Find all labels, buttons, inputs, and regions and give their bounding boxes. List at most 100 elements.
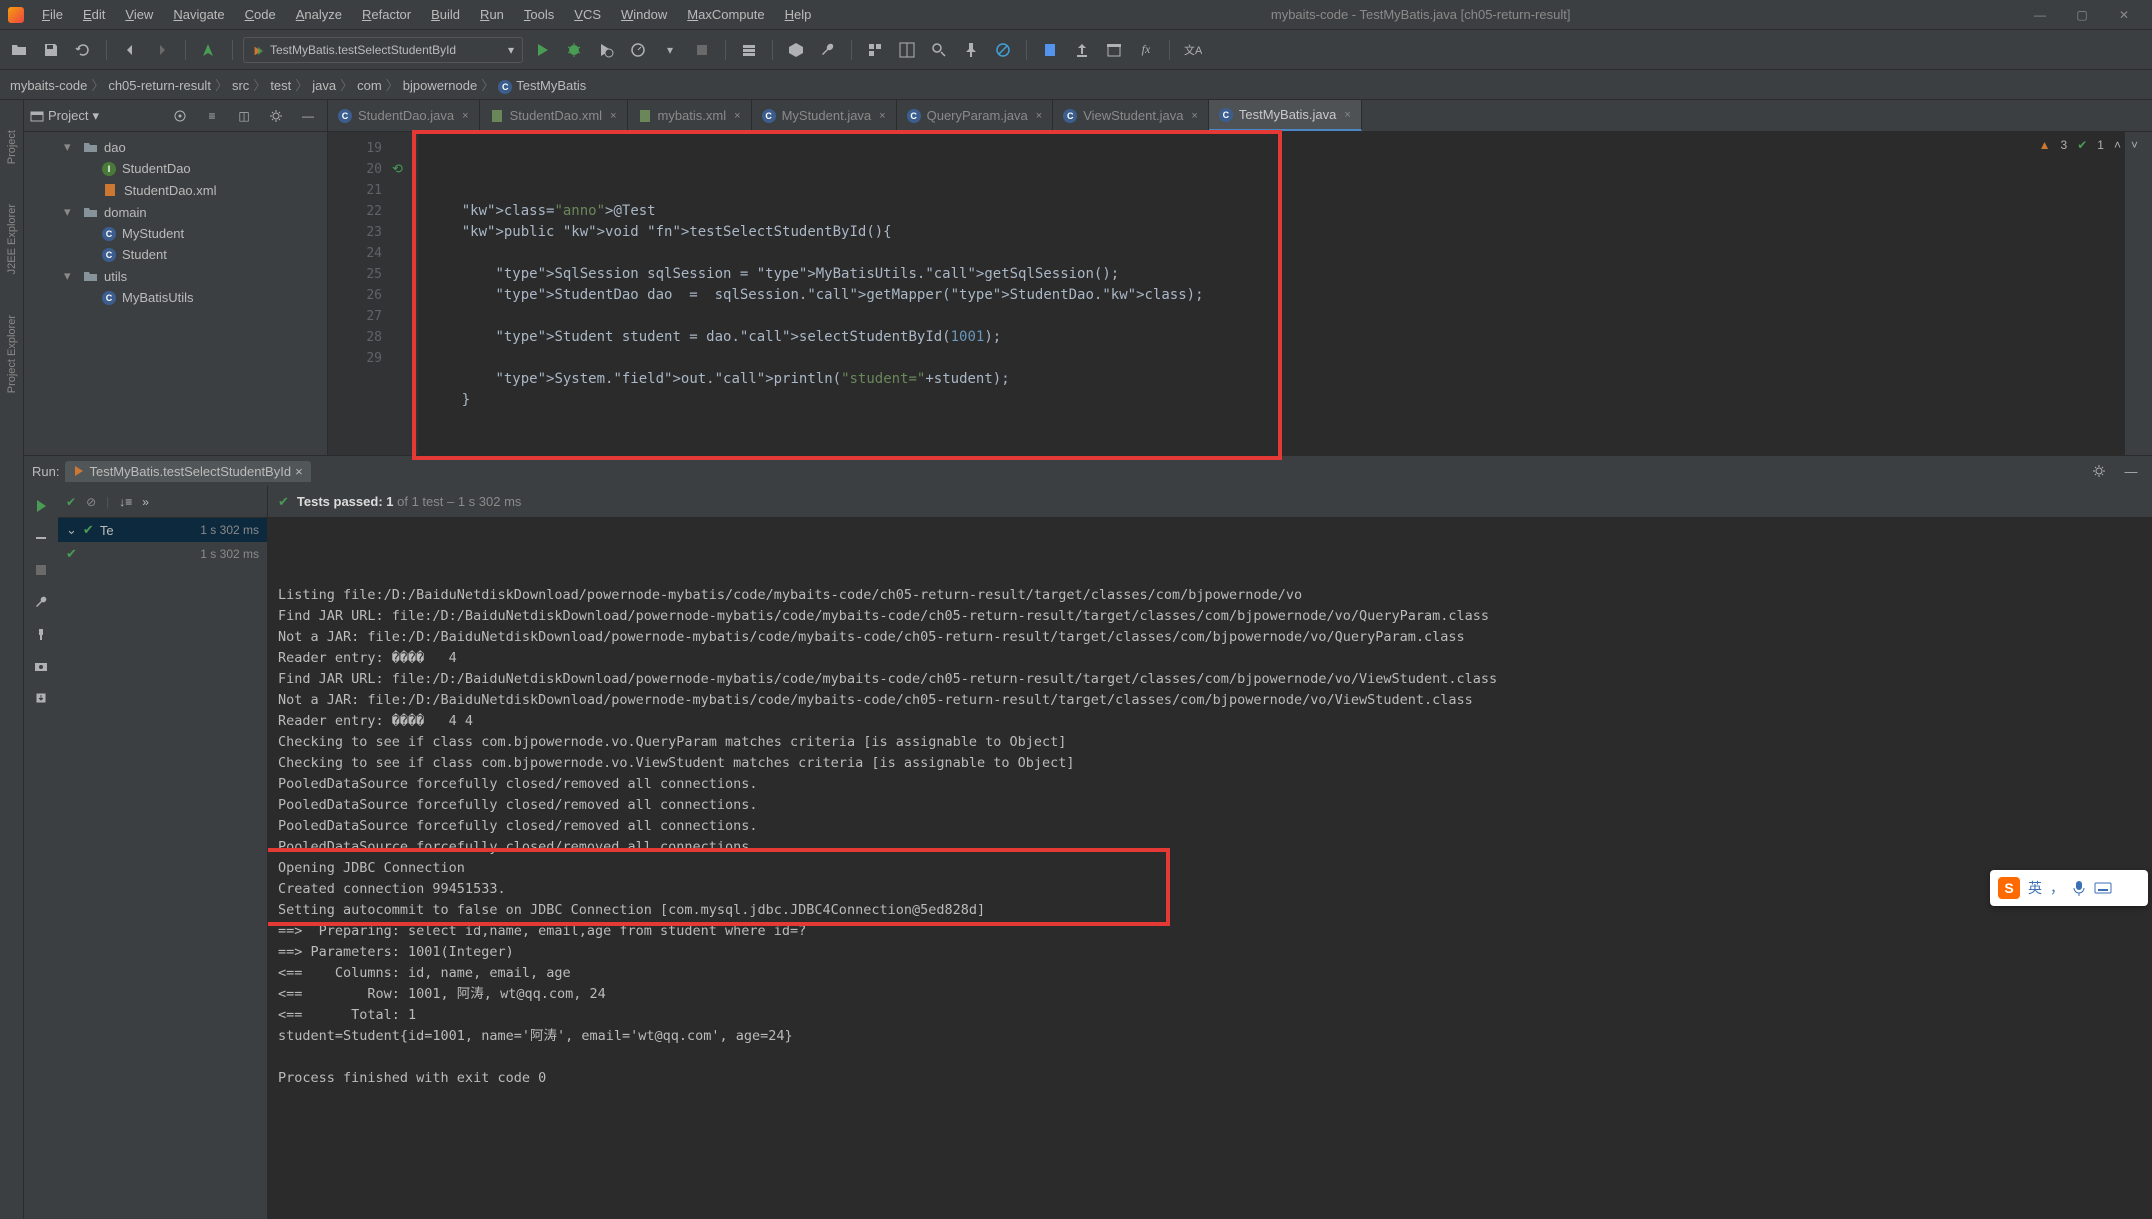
pin-icon[interactable] xyxy=(29,622,53,646)
menu-item-tools[interactable]: Tools xyxy=(514,3,564,26)
ime-widget[interactable]: S 英 ， xyxy=(1990,870,2148,906)
close-icon[interactable]: × xyxy=(879,110,885,122)
refresh-icon[interactable] xyxy=(70,37,96,63)
camera-icon[interactable] xyxy=(29,654,53,678)
menu-item-view[interactable]: View xyxy=(115,3,163,26)
noentry-icon[interactable] xyxy=(990,37,1016,63)
upload-icon[interactable] xyxy=(1069,37,1095,63)
editor-tab-mybatis-xml[interactable]: mybatis.xml× xyxy=(628,100,752,131)
run-configuration-selector[interactable]: TestMyBatis.testSelectStudentById ▾ xyxy=(243,37,523,63)
menu-item-analyze[interactable]: Analyze xyxy=(286,3,352,26)
project-tree[interactable]: ▾daoIStudentDaoStudentDao.xml▾domainCMyS… xyxy=(24,132,327,455)
menu-item-vcs[interactable]: VCS xyxy=(564,3,611,26)
run-tab[interactable]: TestMyBatis.testSelectStudentById × xyxy=(65,461,310,482)
breadcrumb-item[interactable]: test xyxy=(266,76,295,95)
editor-tab-studentdao-java[interactable]: CStudentDao.java× xyxy=(328,100,480,131)
test-tree[interactable]: ⌄✔Te1 s 302 ms✔1 s 302 ms xyxy=(58,518,267,1219)
tree-item-studentdao.xml[interactable]: StudentDao.xml xyxy=(24,179,327,201)
menu-item-file[interactable]: File xyxy=(32,3,73,26)
gear-icon[interactable] xyxy=(263,103,289,129)
check-icon[interactable]: ✔ xyxy=(66,495,76,509)
hide-panel-icon[interactable]: — xyxy=(2118,458,2144,484)
tree-item-mystudent[interactable]: CMyStudent xyxy=(24,223,327,244)
coverage-icon[interactable] xyxy=(593,37,619,63)
search-icon[interactable] xyxy=(926,37,952,63)
breadcrumb-item[interactable]: src xyxy=(228,76,253,95)
wrench-icon[interactable] xyxy=(29,590,53,614)
close-icon[interactable]: × xyxy=(1344,109,1350,121)
stop-icon[interactable] xyxy=(689,37,715,63)
editor-tab-queryparam-java[interactable]: CQueryParam.java× xyxy=(897,100,1054,131)
up-icon[interactable]: ˄ xyxy=(2114,138,2121,152)
export-icon[interactable] xyxy=(29,686,53,710)
toggle-break-icon[interactable] xyxy=(29,526,53,550)
ime-lang[interactable]: 英 xyxy=(2028,878,2042,898)
menu-item-refactor[interactable]: Refactor xyxy=(352,3,421,26)
noentry-icon[interactable]: ⊘ xyxy=(86,495,96,509)
close-icon[interactable]: × xyxy=(295,464,303,479)
stop-icon[interactable] xyxy=(29,558,53,582)
gutter-tab-project[interactable]: Project xyxy=(6,130,18,164)
collapse-icon[interactable]: ≡ xyxy=(199,103,225,129)
more-icon[interactable]: » xyxy=(142,495,149,509)
tree-item-dao[interactable]: ▾dao xyxy=(24,136,327,158)
editor-annotations[interactable]: ▲3 ✔1 ˄ ˅ xyxy=(2039,138,2138,152)
menu-item-edit[interactable]: Edit xyxy=(73,3,115,26)
save-icon[interactable] xyxy=(38,37,64,63)
tree-item-utils[interactable]: ▾utils xyxy=(24,265,327,287)
attach-icon[interactable]: ▾ xyxy=(657,37,683,63)
test-row[interactable]: ✔1 s 302 ms xyxy=(58,542,267,566)
wrench-icon[interactable] xyxy=(815,37,841,63)
sort-icon[interactable]: ↓≡ xyxy=(119,495,132,509)
fx-icon[interactable]: fx xyxy=(1133,37,1159,63)
editor-tab-testmybatis-java[interactable]: CTestMyBatis.java× xyxy=(1209,100,1362,131)
menu-item-build[interactable]: Build xyxy=(421,3,470,26)
close-icon[interactable]: × xyxy=(1036,110,1042,122)
gutter-tab-j2ee[interactable]: J2EE Explorer xyxy=(6,204,18,274)
gutter-tab-explorer[interactable]: Project Explorer xyxy=(6,315,18,393)
menu-item-code[interactable]: Code xyxy=(235,3,286,26)
pin-icon[interactable] xyxy=(958,37,984,63)
breadcrumb-item[interactable]: com xyxy=(353,76,386,95)
forward-icon[interactable] xyxy=(149,37,175,63)
ime-comma[interactable]: ， xyxy=(2050,878,2064,898)
breadcrumb-item[interactable]: ch05-return-result xyxy=(104,76,215,95)
open-icon[interactable] xyxy=(6,37,32,63)
tree-item-domain[interactable]: ▾domain xyxy=(24,201,327,223)
project-panel-title[interactable]: Project ▾ xyxy=(30,108,99,124)
target-icon[interactable] xyxy=(167,103,193,129)
translate-icon[interactable]: 文A xyxy=(1180,37,1206,63)
test-row[interactable]: ⌄✔Te1 s 302 ms xyxy=(58,518,267,542)
menu-item-navigate[interactable]: Navigate xyxy=(163,3,234,26)
close-icon[interactable]: × xyxy=(734,110,740,122)
split-icon[interactable]: ◫ xyxy=(231,103,257,129)
vcs-update-icon[interactable] xyxy=(736,37,762,63)
maximize-button[interactable]: ▢ xyxy=(2062,8,2102,22)
tree-item-studentdao[interactable]: IStudentDao xyxy=(24,158,327,179)
close-icon[interactable]: × xyxy=(610,110,616,122)
menu-item-help[interactable]: Help xyxy=(775,3,822,26)
build-icon[interactable] xyxy=(196,37,222,63)
keyboard-icon[interactable] xyxy=(2094,881,2112,895)
back-icon[interactable] xyxy=(117,37,143,63)
menu-item-maxcompute[interactable]: MaxCompute xyxy=(677,3,774,26)
box-icon[interactable] xyxy=(783,37,809,63)
run-icon[interactable] xyxy=(529,37,555,63)
breadcrumb-item[interactable]: mybaits-code xyxy=(6,76,91,95)
code-editor[interactable]: "kw">class="anno">@Test "kw">public "kw"… xyxy=(418,132,2124,455)
breadcrumb-item[interactable]: java xyxy=(308,76,340,95)
hide-panel-icon[interactable]: — xyxy=(295,103,321,129)
archive-icon[interactable] xyxy=(1101,37,1127,63)
editor-tab-viewstudent-java[interactable]: CViewStudent.java× xyxy=(1053,100,1209,131)
rerun-icon[interactable] xyxy=(29,494,53,518)
tree-item-mybatisutils[interactable]: CMyBatisUtils xyxy=(24,287,327,308)
down-icon[interactable]: ˅ xyxy=(2131,138,2138,152)
mic-icon[interactable] xyxy=(2072,880,2086,896)
minimize-button[interactable]: — xyxy=(2020,8,2060,22)
tree-item-student[interactable]: CStudent xyxy=(24,244,327,265)
debug-icon[interactable] xyxy=(561,37,587,63)
breadcrumb-item[interactable]: CTestMyBatis xyxy=(494,76,590,95)
profiler-icon[interactable] xyxy=(625,37,651,63)
menu-item-window[interactable]: Window xyxy=(611,3,677,26)
structure-icon[interactable] xyxy=(862,37,888,63)
